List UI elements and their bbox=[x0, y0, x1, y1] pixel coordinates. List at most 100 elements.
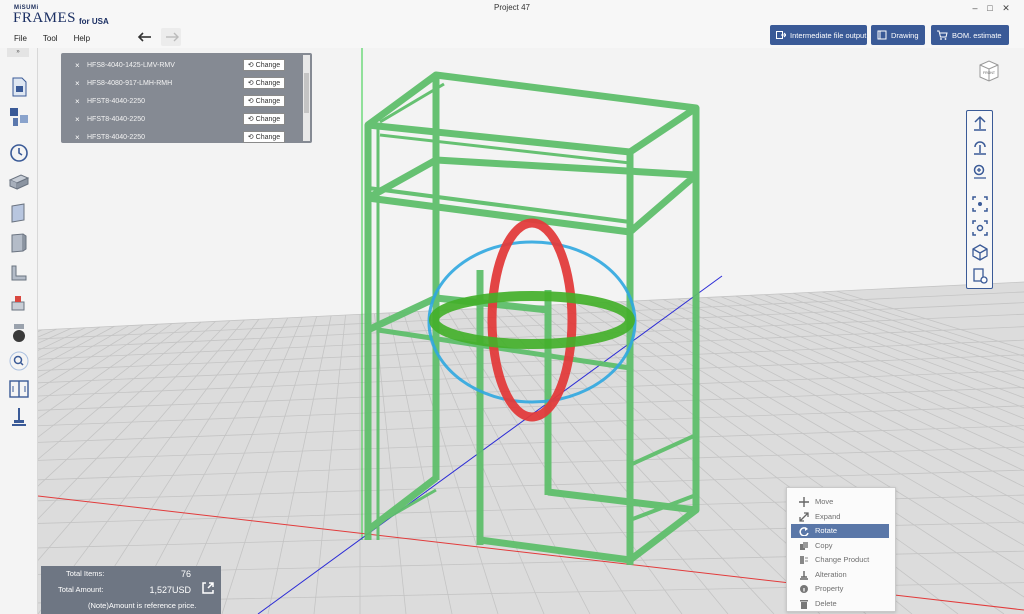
maximize-button[interactable]: □ bbox=[983, 2, 997, 14]
panel-icon[interactable] bbox=[8, 202, 30, 224]
intermediate-file-output-button[interactable]: Intermediate file output bbox=[770, 25, 867, 45]
part-name: HFST8-4040-2250 bbox=[87, 115, 145, 123]
caster-icon[interactable] bbox=[8, 322, 30, 344]
move-icon bbox=[799, 497, 809, 507]
context-menu-item-move[interactable]: Move bbox=[791, 495, 889, 509]
redo-icon bbox=[166, 32, 179, 42]
part-name: HFS8-4040-1425-LMV-RMV bbox=[87, 61, 175, 69]
context-menu-label: Change Product bbox=[815, 555, 870, 564]
total-amount-label: Total Amount: bbox=[58, 585, 104, 594]
intermediate-file-output-label: Intermediate file output bbox=[790, 30, 867, 40]
cart-icon bbox=[937, 30, 948, 40]
menu-bar: File Tool Help bbox=[14, 34, 90, 43]
perspective-icon[interactable] bbox=[971, 243, 989, 261]
collapse-toolbar-button[interactable]: » bbox=[7, 48, 29, 57]
change-part-button[interactable]: ⟲ Change bbox=[243, 77, 285, 89]
refresh-icon: ⟲ bbox=[247, 80, 254, 87]
bracket-icon[interactable] bbox=[8, 262, 30, 284]
change-part-button[interactable]: ⟲ Change bbox=[243, 131, 285, 143]
context-menu-item-property[interactable]: Property bbox=[791, 582, 889, 596]
layout-icon[interactable] bbox=[8, 106, 30, 128]
context-menu-label: Move bbox=[815, 497, 834, 506]
rotate-view-icon[interactable] bbox=[971, 139, 989, 157]
total-items-label: Total Items: bbox=[66, 569, 105, 578]
drawing-icon bbox=[877, 30, 887, 40]
drawing-button[interactable]: Drawing bbox=[871, 25, 925, 45]
leveling-foot-icon[interactable] bbox=[8, 406, 30, 428]
context-menu-label: Property bbox=[815, 584, 844, 593]
export-icon bbox=[776, 31, 786, 39]
change-label: Change bbox=[255, 97, 281, 105]
context-menu-label: Rotate bbox=[815, 526, 838, 535]
context-menu-item-alteration[interactable]: Alteration bbox=[791, 568, 889, 582]
window-title: Project 47 bbox=[493, 3, 531, 12]
list-item[interactable]: × HFS8-4040-1425-LMV-RMV ⟲ Change bbox=[61, 56, 312, 74]
menu-file[interactable]: File bbox=[14, 34, 27, 43]
alteration-icon bbox=[800, 570, 808, 580]
left-toolbar: » bbox=[0, 48, 38, 614]
refresh-icon: ⟲ bbox=[247, 62, 254, 69]
change-label: Change bbox=[255, 61, 281, 69]
history-icon[interactable] bbox=[8, 142, 30, 164]
remove-part-icon[interactable]: × bbox=[75, 79, 80, 88]
pan-icon[interactable] bbox=[971, 115, 989, 133]
change-label: Change bbox=[255, 115, 281, 123]
delete-icon bbox=[800, 599, 808, 609]
context-menu-label: Alteration bbox=[815, 569, 847, 579]
logo-region: for USA bbox=[79, 17, 109, 26]
context-menu-label: Expand bbox=[815, 511, 841, 521]
parts-list-scrollbar[interactable] bbox=[303, 55, 310, 141]
close-button[interactable]: ✕ bbox=[999, 2, 1013, 14]
aluminum-frame-icon[interactable] bbox=[8, 172, 30, 194]
context-menu-item-rotate[interactable]: Rotate bbox=[791, 524, 889, 538]
change-part-button[interactable]: ⟲ Change bbox=[243, 113, 285, 125]
remove-part-icon[interactable]: × bbox=[75, 133, 80, 142]
bom-estimate-label: BOM. estimate bbox=[952, 30, 1002, 40]
door-icon[interactable] bbox=[8, 232, 30, 254]
copy-icon bbox=[800, 541, 808, 550]
total-amount-value: 1,527USD bbox=[149, 585, 191, 595]
undo-button[interactable] bbox=[137, 29, 155, 45]
part-name: HFST8-4040-2250 bbox=[87, 133, 145, 141]
minimize-button[interactable]: – bbox=[968, 2, 982, 14]
view-cube[interactable]: FRONT bbox=[976, 57, 1002, 83]
scrollbar-thumb[interactable] bbox=[304, 73, 309, 113]
refresh-icon: ⟲ bbox=[247, 116, 254, 123]
list-item[interactable]: × HFS8-4080-917-LMH-RMH ⟲ Change bbox=[61, 74, 312, 92]
context-menu-item-delete[interactable]: Delete bbox=[791, 597, 889, 611]
expand-icon bbox=[799, 511, 809, 522]
rotate-icon bbox=[799, 527, 809, 536]
mirror-icon[interactable] bbox=[8, 378, 30, 400]
list-item[interactable]: × HFST8-4040-2250 ⟲ Change bbox=[61, 128, 312, 146]
context-menu-label: Copy bbox=[815, 540, 833, 550]
title-bar: MiSUMi FRAMES for USA Project 47 – □ ✕ F… bbox=[0, 0, 1024, 48]
menu-tool[interactable]: Tool bbox=[43, 34, 58, 43]
zoom-selection-icon[interactable] bbox=[971, 219, 989, 237]
change-product-icon bbox=[800, 556, 808, 564]
list-item[interactable]: × HFST8-4040-2250 ⟲ Change bbox=[61, 92, 312, 110]
remove-part-icon[interactable]: × bbox=[75, 61, 80, 70]
remove-part-icon[interactable]: × bbox=[75, 97, 80, 106]
change-part-button[interactable]: ⟲ Change bbox=[243, 59, 285, 71]
list-item[interactable]: × HFST8-4040-2250 ⟲ Change bbox=[61, 110, 312, 128]
fastener-icon[interactable] bbox=[8, 292, 30, 314]
project-file-icon[interactable] bbox=[8, 76, 30, 98]
search-icon[interactable] bbox=[8, 350, 30, 372]
zoom-icon[interactable] bbox=[971, 163, 989, 181]
redo-button[interactable] bbox=[161, 28, 181, 46]
change-part-button[interactable]: ⟲ Change bbox=[243, 95, 285, 107]
context-menu-item-expand[interactable]: Expand bbox=[791, 510, 889, 524]
menu-help[interactable]: Help bbox=[74, 34, 90, 43]
external-link-icon[interactable] bbox=[201, 581, 215, 595]
context-menu-item-copy[interactable]: Copy bbox=[791, 539, 889, 553]
remove-part-icon[interactable]: × bbox=[75, 115, 80, 124]
refresh-icon: ⟲ bbox=[247, 134, 254, 141]
drawing-label: Drawing bbox=[891, 30, 919, 40]
context-menu-item-change-product[interactable]: Change Product bbox=[791, 553, 889, 567]
view-cube-label: FRONT bbox=[983, 71, 996, 75]
bom-estimate-button[interactable]: BOM. estimate bbox=[931, 25, 1009, 45]
context-menu: Move Expand Rotate Copy Change Product Altera… bbox=[786, 487, 896, 612]
zoom-fit-icon[interactable] bbox=[971, 195, 989, 213]
view-settings-icon[interactable] bbox=[971, 267, 989, 285]
change-label: Change bbox=[255, 79, 281, 87]
